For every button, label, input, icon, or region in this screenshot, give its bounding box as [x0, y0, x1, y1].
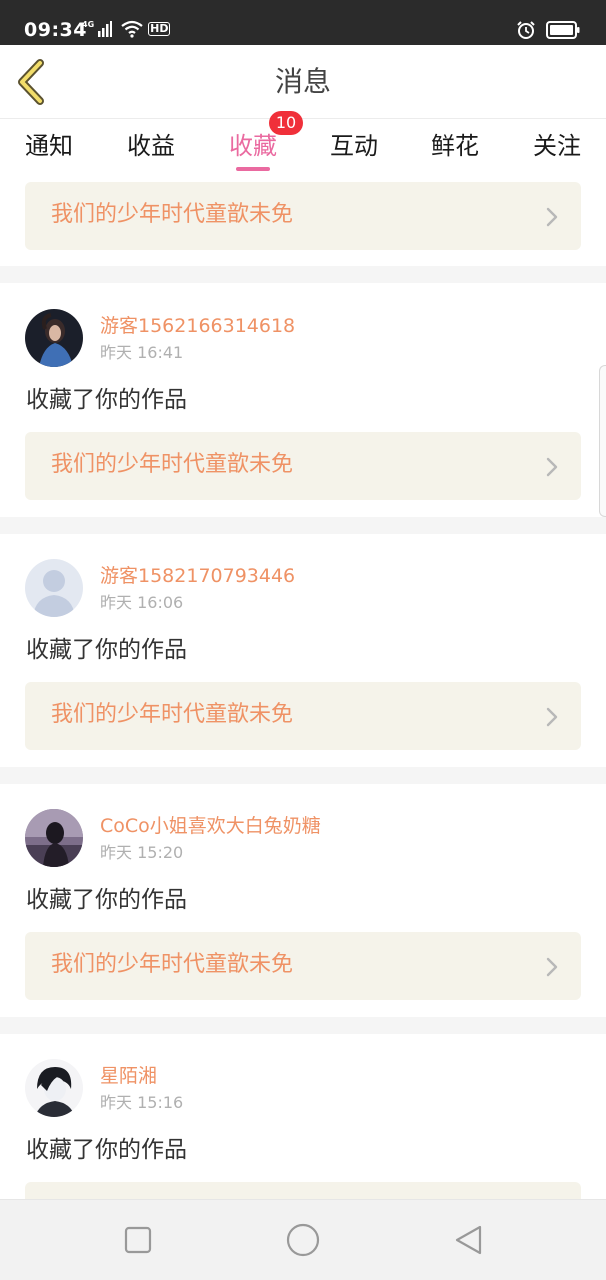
tab-following[interactable]: 关注: [533, 131, 581, 161]
work-title: 我们的少年时代童歆未免: [51, 702, 294, 727]
work-title: 我们的少年时代童歆未免: [51, 952, 294, 977]
username[interactable]: 游客1562166314618: [100, 314, 295, 338]
signal-icon: [98, 21, 113, 37]
tab-interactions[interactable]: 互动: [330, 131, 378, 161]
alarm-icon: [517, 21, 535, 39]
work-card[interactable]: 我们的少年时代童歆未免: [25, 682, 581, 750]
section-divider: [0, 517, 606, 534]
user-photo-avatar: [25, 1059, 83, 1117]
tab-bar: 通知 收益 收藏 10 互动 鲜花 关注: [0, 111, 606, 175]
work-title: 我们的少年时代童歆未免: [51, 202, 294, 227]
square-icon[interactable]: [120, 1222, 156, 1258]
hd-label: HD: [148, 22, 171, 36]
timestamp: 昨天 16:06: [100, 593, 184, 612]
section-divider: [0, 266, 606, 283]
work-title: 我们的少年时代童歆未免: [51, 452, 294, 477]
favorites-feed[interactable]: 我们的少年时代童歆未免 游客1562166314618 昨天 16:41 收藏了…: [0, 175, 606, 1199]
section-divider: [0, 1017, 606, 1034]
wifi-icon: [121, 20, 143, 38]
favorites-count-badge: 10: [269, 111, 303, 135]
section-divider: [0, 767, 606, 784]
work-card[interactable]: 我们的少年时代童歆未免: [25, 932, 581, 1000]
network-label: 4G: [82, 20, 95, 29]
chevron-right-icon: [546, 207, 558, 227]
avatar[interactable]: [25, 1059, 83, 1117]
work-card[interactable]: 我们的少年时代童歆未免: [25, 432, 581, 500]
timestamp: 昨天 16:41: [100, 343, 184, 362]
active-tab-indicator: [236, 167, 270, 171]
status-bar: 09:34 4G HD: [0, 0, 606, 45]
system-nav-bar: [0, 1199, 606, 1280]
user-photo-avatar: [25, 309, 83, 367]
timestamp: 昨天 15:20: [100, 843, 184, 862]
chevron-right-icon: [546, 707, 558, 727]
timestamp: 昨天 15:16: [100, 1093, 184, 1112]
work-card[interactable]: [25, 1182, 581, 1199]
user-photo-avatar: [25, 809, 83, 867]
status-left-icons: 4G HD: [82, 20, 171, 38]
action-text: 收藏了你的作品: [26, 887, 187, 913]
avatar[interactable]: [25, 809, 83, 867]
tab-earnings[interactable]: 收益: [127, 131, 175, 161]
page-title: 消息: [274, 65, 331, 98]
status-right-icons: [516, 20, 580, 40]
default-avatar-icon: [25, 559, 83, 617]
username[interactable]: 星陌湘: [100, 1064, 157, 1088]
side-scroll-handle[interactable]: [599, 365, 606, 517]
username[interactable]: 游客1582170793446: [100, 564, 295, 588]
battery-icon: [546, 21, 580, 39]
action-text: 收藏了你的作品: [26, 637, 187, 663]
chevron-right-icon: [546, 957, 558, 977]
status-time: 09:34: [24, 19, 87, 41]
triangle-back-icon[interactable]: [450, 1222, 486, 1258]
action-text: 收藏了你的作品: [26, 387, 187, 413]
tab-notifications[interactable]: 通知: [25, 131, 73, 161]
circle-icon[interactable]: [285, 1222, 321, 1258]
chevron-right-icon: [546, 457, 558, 477]
work-card[interactable]: 我们的少年时代童歆未免: [25, 182, 581, 250]
tab-favorites[interactable]: 收藏: [229, 131, 277, 161]
tab-flowers[interactable]: 鲜花: [431, 131, 479, 161]
action-text: 收藏了你的作品: [26, 1137, 187, 1163]
username[interactable]: CoCo小姐喜欢大白兔奶糖: [100, 814, 321, 838]
header: 消息: [0, 45, 606, 119]
avatar[interactable]: [25, 559, 83, 617]
avatar[interactable]: [25, 309, 83, 367]
